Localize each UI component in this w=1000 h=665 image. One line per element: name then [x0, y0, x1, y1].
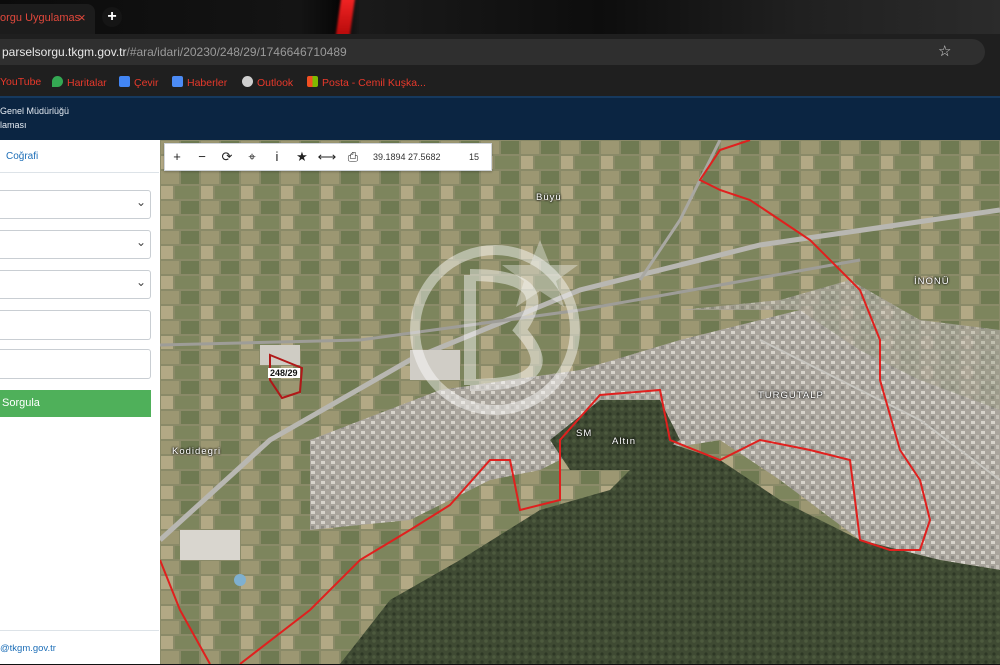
news-icon [172, 76, 183, 87]
url-path: /#ara/idari/20230/248/29/1746646710489 [126, 45, 347, 59]
measure-icon[interactable]: ⟷ [315, 144, 339, 170]
app-header: Genel Müdürlüğü laması [0, 96, 1000, 142]
bookmark-label-translate: Çevir [134, 77, 159, 89]
bookmark-star-icon[interactable]: ☆ [938, 42, 951, 60]
browser-tab-strip: orgu Uygulamas × + [0, 0, 1000, 34]
bookmark-label-outlook: Outlook [257, 77, 294, 89]
query-button-label: Sorgula [2, 397, 40, 409]
tab-geographic-label: Coğrafi [6, 151, 39, 162]
chevron-down-icon: ⌄ [135, 275, 146, 289]
translate-icon [119, 76, 130, 87]
chevron-down-icon: ⌄ [135, 195, 146, 209]
refresh-icon[interactable]: ⟳ [215, 144, 239, 170]
app-title-line1: Genel Müdürlüğü [0, 106, 70, 116]
bookmark-news[interactable]: Haberler [172, 76, 227, 89]
bookmark-label-news: Haberler [187, 77, 228, 89]
tab-title: orgu Uygulamas [0, 12, 81, 24]
url-host: parselsorgu.tkgm.gov.tr [2, 45, 127, 59]
outlook-icon [242, 76, 253, 87]
url-text[interactable]: parselsorgu.tkgm.gov.tr/#ara/idari/20230… [2, 45, 347, 59]
query-button[interactable]: Sorgula [0, 390, 151, 417]
zoom-in-icon[interactable]: + [165, 144, 189, 170]
zoom-out-icon[interactable]: − [190, 144, 214, 170]
new-tab-button[interactable]: + [102, 7, 122, 27]
address-bar-row: parselsorgu.tkgm.gov.tr/#ara/idari/20230… [0, 34, 1000, 70]
bookmark-youtube[interactable]: YouTube [0, 76, 41, 88]
tab-geographic[interactable]: Coğrafi [0, 140, 159, 173]
tab-close-icon[interactable]: × [78, 10, 86, 25]
maps-icon [52, 76, 63, 87]
browser-tab[interactable]: orgu Uygulamas × [0, 4, 95, 34]
app-title-line2: laması [0, 120, 27, 130]
zoom-level: 15 [469, 152, 480, 162]
info-icon[interactable]: i [265, 144, 289, 170]
bookmark-outlook[interactable]: Outlook [242, 76, 293, 89]
province-select[interactable]: ⌄ [0, 190, 151, 219]
wallpaper-streak [333, 0, 357, 34]
label-inonu: İNONÜ [914, 276, 950, 287]
bookmark-label-mail: Posta - Cemil Kuşka... [322, 77, 426, 89]
map-toolbar: + − ⟳ ⌖ i ★ ⟷ ⎙ 39.1894 27.5682 15 [164, 143, 492, 171]
watermark-logo [410, 240, 580, 415]
label-buyuk: Büyü [536, 192, 562, 203]
footer-email-link[interactable]: @tkgm.gov.tr [0, 643, 56, 654]
bookmark-mail[interactable]: Posta - Cemil Kuşka... [307, 76, 426, 89]
favorite-icon[interactable]: ★ [290, 144, 314, 170]
sidebar-footer: @tkgm.gov.tr [0, 630, 159, 665]
label-kodidegri: Kodidegri [172, 446, 222, 457]
query-sidebar: Coğrafi ⌄ ⌄ ⌄ Sorgula @tkgm.gov.tr [0, 140, 161, 664]
bookmarks-bar: YouTube Haritalar Çevir Haberler Outlook… [0, 70, 1000, 96]
bookmark-label-youtube: YouTube [0, 76, 42, 88]
print-icon[interactable]: ⎙ [341, 144, 365, 170]
locate-icon[interactable]: ⌖ [240, 144, 264, 170]
coordinate-readout: 39.1894 27.5682 [373, 152, 441, 162]
block-number-input[interactable] [0, 310, 151, 340]
neighborhood-select[interactable]: ⌄ [0, 270, 151, 299]
address-bar[interactable]: parselsorgu.tkgm.gov.tr/#ara/idari/20230… [0, 39, 985, 65]
label-sm: SM [576, 428, 593, 439]
map-view[interactable]: İNONÜ TURGUTALP Altın SM Kodidegri Büyü … [160, 140, 1000, 664]
microsoft-icon [307, 76, 318, 87]
bookmark-label-maps: Haritalar [67, 77, 107, 89]
label-altin: Altın [612, 436, 637, 447]
parcel-number-input[interactable] [0, 349, 151, 379]
chevron-down-icon: ⌄ [135, 235, 146, 249]
bookmark-translate[interactable]: Çevir [119, 76, 159, 89]
label-turgutalp: TURGUTALP [758, 390, 824, 401]
parcel-label[interactable]: 248/29 [268, 368, 300, 378]
district-select[interactable]: ⌄ [0, 230, 151, 259]
bookmark-maps[interactable]: Haritalar [52, 76, 107, 89]
